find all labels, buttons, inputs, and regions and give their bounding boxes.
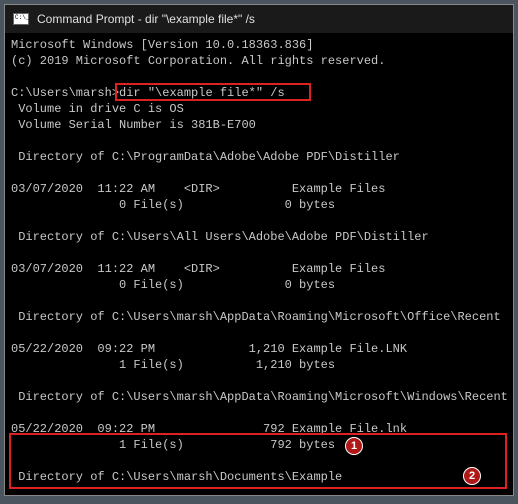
dir-header: Directory of C:\Users\marsh\AppData\Roam… (11, 310, 501, 324)
dir-summary: 0 File(s) 0 bytes (11, 278, 335, 292)
banner-line1: Microsoft Windows [Version 10.0.18363.83… (11, 38, 313, 52)
cmd-icon (13, 13, 29, 25)
dir-row: 03/07/2020 11:22 AM <DIR> Example Files (11, 182, 385, 196)
annotation-badge-2: 2 (463, 467, 481, 485)
banner-line2: (c) 2019 Microsoft Corporation. All righ… (11, 54, 385, 68)
dir-header: Directory of C:\Users\marsh\Documents\Ex… (11, 470, 342, 484)
prompt-path: C:\Users\marsh> (11, 86, 119, 100)
dir-header: Directory of C:\ProgramData\Adobe\Adobe … (11, 150, 400, 164)
dir-summary: 1 File(s) 1,210 bytes (11, 358, 335, 372)
dir-summary: 0 File(s) 0 bytes (11, 198, 335, 212)
volume-line2: Volume Serial Number is 381B-E700 (11, 118, 256, 132)
dir-row: 05/22/2020 09:22 PM 1,210 Example File.L… (11, 342, 407, 356)
annotation-badge-1: 1 (345, 437, 363, 455)
cmd-window: Command Prompt - dir "\example file*" /s… (4, 4, 514, 496)
dir-header: Directory of C:\Users\marsh\AppData\Roam… (11, 390, 508, 404)
volume-line1: Volume in drive C is OS (11, 102, 184, 116)
dir-row: 05/22/2020 09:22 PM 792 Example File.lnk (11, 422, 407, 436)
dir-summary: 1 File(s) 792 bytes (11, 438, 335, 452)
window-title: Command Prompt - dir "\example file*" /s (37, 12, 255, 26)
terminal-output[interactable]: Microsoft Windows [Version 10.0.18363.83… (5, 33, 513, 495)
dir-row: 03/07/2020 11:22 AM <DIR> Example Files (11, 262, 385, 276)
prompt-command: dir "\example file*" /s (119, 86, 285, 100)
titlebar[interactable]: Command Prompt - dir "\example file*" /s (5, 5, 513, 33)
dir-header: Directory of C:\Users\All Users\Adobe\Ad… (11, 230, 429, 244)
